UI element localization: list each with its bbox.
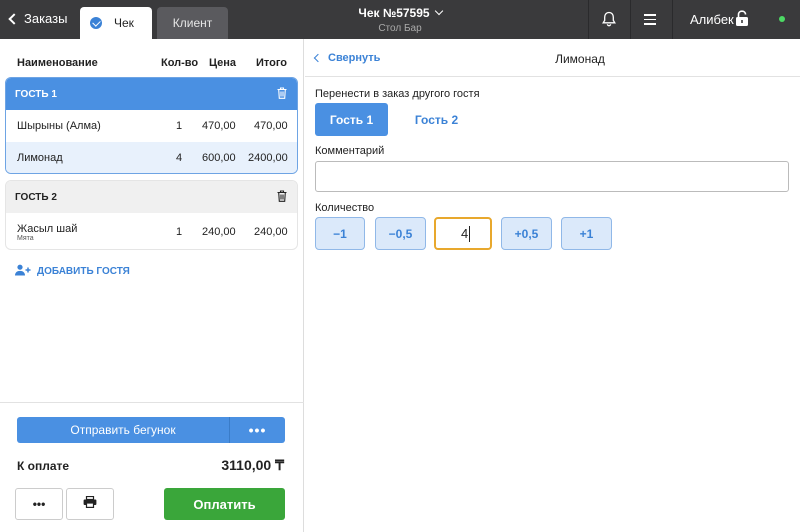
chevron-left-icon bbox=[8, 12, 20, 25]
comment-input[interactable] bbox=[315, 161, 789, 192]
detail-title: Лимонад bbox=[555, 52, 605, 66]
qty-minus-half-button[interactable]: −0,5 bbox=[375, 217, 426, 250]
total-value: 3110,00 ₸ bbox=[221, 457, 284, 473]
unlock-icon[interactable] bbox=[735, 10, 749, 32]
tab-client-label: Клиент bbox=[172, 16, 213, 30]
qty-plus-half-button[interactable]: +0,5 bbox=[501, 217, 552, 250]
item-total: 470,00 bbox=[254, 120, 288, 132]
quantity-value: 4 bbox=[461, 226, 469, 241]
printer-icon bbox=[83, 495, 97, 513]
item-detail-panel: Свернуть Лимонад Перенести в заказ друго… bbox=[305, 39, 800, 532]
guest-header[interactable]: ГОСТЬ 1 bbox=[6, 78, 297, 110]
item-price: 240,00 bbox=[202, 226, 236, 238]
pay-button[interactable]: Оплатить bbox=[164, 488, 285, 520]
column-qty: Кол-во bbox=[161, 57, 199, 69]
order-table: Стол Бар bbox=[378, 23, 422, 34]
guest-label: ГОСТЬ 1 bbox=[15, 88, 57, 100]
qty-minus-1-button[interactable]: −1 bbox=[315, 217, 365, 250]
text-caret bbox=[469, 225, 471, 242]
send-more-button[interactable]: ••• bbox=[230, 417, 285, 443]
more-actions-button[interactable]: ••• bbox=[15, 488, 63, 520]
chevron-down-icon bbox=[434, 6, 443, 16]
divider bbox=[672, 0, 673, 39]
item-price: 470,00 bbox=[202, 120, 236, 132]
item-total: 240,00 bbox=[254, 226, 288, 238]
item-name: Жасыл шай bbox=[17, 223, 78, 235]
item-name: Шырыны (Алма) bbox=[17, 120, 101, 132]
divider bbox=[0, 402, 304, 403]
guest-card[interactable]: ГОСТЬ 1 Шырыны (Алма) 1 470,00 470,00 Ли… bbox=[5, 77, 298, 174]
divider bbox=[588, 0, 589, 39]
table-row-selected[interactable]: Лимонад 4 600,00 2400,00 bbox=[6, 142, 297, 173]
column-total: Итого bbox=[256, 57, 288, 69]
transfer-guest-1-button[interactable]: Гость 1 bbox=[315, 103, 388, 136]
divider bbox=[630, 0, 631, 39]
tab-check[interactable]: Чек bbox=[80, 7, 152, 39]
send-runner-button[interactable]: Отправить бегунок bbox=[17, 417, 230, 443]
table-row[interactable]: Жасыл шай Мята 1 240,00 240,00 bbox=[6, 213, 297, 249]
tab-client[interactable]: Клиент bbox=[157, 7, 228, 39]
guest-header[interactable]: ГОСТЬ 2 bbox=[6, 181, 297, 213]
transfer-guest-2-button[interactable]: Гость 2 bbox=[405, 103, 468, 136]
add-guest-button[interactable]: ДОБАВИТЬ ГОСТЯ bbox=[15, 264, 130, 279]
print-button[interactable] bbox=[66, 488, 114, 520]
item-total: 2400,00 bbox=[248, 152, 288, 164]
order-title-dropdown[interactable]: Чек №57595 Стол Бар bbox=[330, 6, 470, 34]
bell-icon[interactable] bbox=[602, 11, 616, 32]
quantity-input[interactable]: 4 bbox=[434, 217, 492, 250]
order-title: Чек №57595 bbox=[358, 6, 430, 20]
trash-icon[interactable] bbox=[277, 190, 287, 205]
detail-header: Свернуть Лимонад bbox=[305, 39, 800, 77]
item-qty: 1 bbox=[176, 226, 183, 238]
send-runner-group: Отправить бегунок ••• bbox=[17, 417, 285, 443]
check-circle-icon bbox=[90, 17, 102, 29]
item-name: Лимонад bbox=[17, 152, 63, 164]
user-name[interactable]: Алибек bbox=[690, 12, 734, 27]
online-status-dot bbox=[779, 16, 785, 22]
back-to-orders-button[interactable]: Заказы bbox=[8, 11, 68, 26]
item-qty: 4 bbox=[176, 152, 183, 164]
total-label: К оплате bbox=[17, 459, 70, 473]
tab-check-label: Чек bbox=[114, 16, 134, 30]
item-qty: 1 bbox=[176, 120, 183, 132]
quantity-label: Количество bbox=[315, 202, 375, 214]
transfer-label: Перенести в заказ другого гостя bbox=[315, 88, 480, 100]
add-user-icon bbox=[15, 264, 31, 279]
add-guest-label: ДОБАВИТЬ ГОСТЯ bbox=[37, 266, 130, 277]
comment-label: Комментарий bbox=[315, 145, 385, 157]
order-panel: Наименование Кол-во Цена Итого ГОСТЬ 1 Ш… bbox=[0, 39, 304, 532]
back-label: Заказы bbox=[24, 11, 68, 26]
trash-icon[interactable] bbox=[277, 87, 287, 102]
guest-card[interactable]: ГОСТЬ 2 Жасыл шай Мята 1 240,00 240,00 bbox=[5, 180, 298, 250]
top-bar: Заказы Чек Клиент Чек №57595 Стол Бар Ал… bbox=[0, 0, 800, 39]
menu-icon[interactable] bbox=[644, 14, 656, 28]
column-name: Наименование bbox=[17, 57, 98, 69]
qty-plus-1-button[interactable]: +1 bbox=[561, 217, 612, 250]
table-row[interactable]: Шырыны (Алма) 1 470,00 470,00 bbox=[6, 110, 297, 142]
item-price: 600,00 bbox=[202, 152, 236, 164]
column-price: Цена bbox=[209, 57, 237, 69]
guest-label: ГОСТЬ 2 bbox=[15, 191, 57, 203]
item-modifier: Мята bbox=[17, 235, 34, 242]
